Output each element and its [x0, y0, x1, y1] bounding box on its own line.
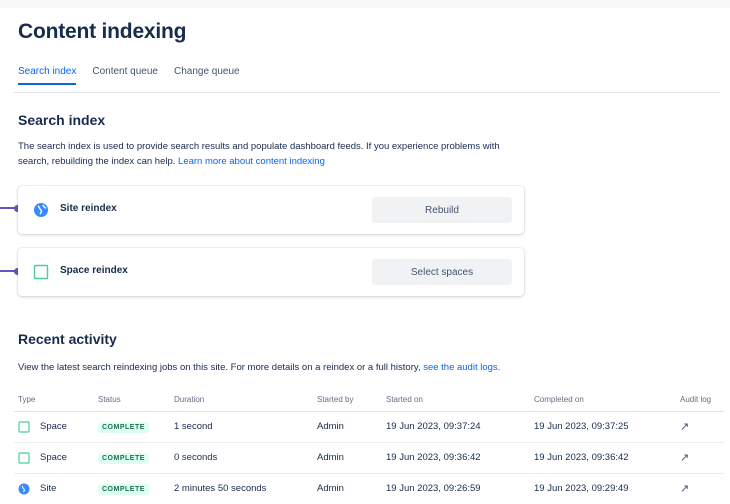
external-link-icon[interactable]: ↗ [680, 421, 689, 433]
table-row: Space COMPLETE 1 second Admin 19 Jun 202… [14, 411, 724, 443]
space-icon [33, 264, 49, 280]
started-by-cell: Admin [313, 411, 382, 443]
completed-on-cell: 19 Jun 2023, 09:37:25 [530, 411, 676, 443]
started-on-cell: 19 Jun 2023, 09:37:24 [382, 411, 530, 443]
status-cell: COMPLETE [94, 473, 170, 504]
status-cell: COMPLETE [94, 442, 170, 474]
type-cell: Space [14, 411, 94, 443]
rebuild-button[interactable]: Rebuild [372, 197, 512, 223]
column-status[interactable]: Status [94, 389, 170, 412]
table-row: Space COMPLETE 0 seconds Admin 19 Jun 20… [14, 442, 724, 474]
tabs-divider [14, 92, 720, 93]
recent-activity-description-text: View the latest search reindexing jobs o… [18, 362, 421, 373]
content-indexing-page: Content indexing Search index Content qu… [0, 0, 730, 504]
column-started-on[interactable]: Started on [382, 389, 530, 412]
site-reindex-label: Site reindex [60, 203, 117, 214]
started-by-cell: Admin [313, 442, 382, 474]
top-bar [0, 0, 730, 8]
type-label: Site [40, 483, 57, 494]
status-badge: COMPLETE [98, 421, 149, 433]
type-cell: Space [14, 442, 94, 474]
column-duration[interactable]: Duration [170, 389, 313, 412]
external-link-icon[interactable]: ↗ [680, 483, 689, 495]
table-header-row: Type Status Duration Started by Started … [14, 389, 724, 412]
recent-activity-description: View the latest search reindexing jobs o… [18, 360, 718, 375]
audit-log-cell: ↗ [676, 411, 724, 443]
completed-on-cell: 19 Jun 2023, 09:36:42 [530, 442, 676, 474]
table-row: Site COMPLETE 2 minutes 50 seconds Admin… [14, 473, 724, 504]
space-icon [18, 420, 30, 433]
tab-content-queue[interactable]: Content queue [92, 66, 158, 85]
status-cell: COMPLETE [94, 411, 170, 443]
tab-bar: Search index Content queue Change queue [18, 66, 256, 85]
space-reindex-card: Space reindex Select spaces [18, 248, 524, 296]
search-index-description: The search index is used to provide sear… [18, 139, 518, 169]
column-completed-on[interactable]: Completed on [530, 389, 676, 412]
started-on-cell: 19 Jun 2023, 09:36:42 [382, 442, 530, 474]
select-spaces-button[interactable]: Select spaces [372, 259, 512, 285]
column-started-by[interactable]: Started by [313, 389, 382, 412]
duration-cell: 2 minutes 50 seconds [170, 473, 313, 504]
completed-on-cell: 19 Jun 2023, 09:29:49 [530, 473, 676, 504]
space-reindex-label: Space reindex [60, 265, 128, 276]
globe-icon [18, 483, 30, 494]
type-label: Space [40, 452, 67, 463]
external-link-icon[interactable]: ↗ [680, 452, 689, 464]
audit-logs-link[interactable]: see the audit logs. [423, 362, 500, 373]
started-on-cell: 19 Jun 2023, 09:26:59 [382, 473, 530, 504]
tab-search-index[interactable]: Search index [18, 66, 77, 85]
status-badge: COMPLETE [98, 483, 149, 495]
search-index-heading: Search index [18, 112, 106, 128]
duration-cell: 1 second [170, 411, 313, 443]
learn-more-link[interactable]: Learn more about content indexing [178, 156, 325, 167]
tab-change-queue[interactable]: Change queue [174, 66, 240, 85]
type-cell: Site [14, 473, 94, 504]
space-icon [18, 451, 30, 464]
column-audit-log: Audit log [676, 389, 724, 412]
recent-activity-heading: Recent activity [18, 331, 117, 347]
page-title: Content indexing [18, 20, 187, 43]
duration-cell: 0 seconds [170, 442, 313, 474]
started-by-cell: Admin [313, 473, 382, 504]
globe-icon [34, 203, 48, 217]
activity-table: Type Status Duration Started by Started … [14, 389, 724, 504]
audit-log-cell: ↗ [676, 473, 724, 504]
column-type[interactable]: Type [14, 389, 94, 412]
type-label: Space [40, 421, 67, 432]
site-reindex-card: Site reindex Rebuild [18, 186, 524, 234]
status-badge: COMPLETE [98, 452, 149, 464]
audit-log-cell: ↗ [676, 442, 724, 474]
